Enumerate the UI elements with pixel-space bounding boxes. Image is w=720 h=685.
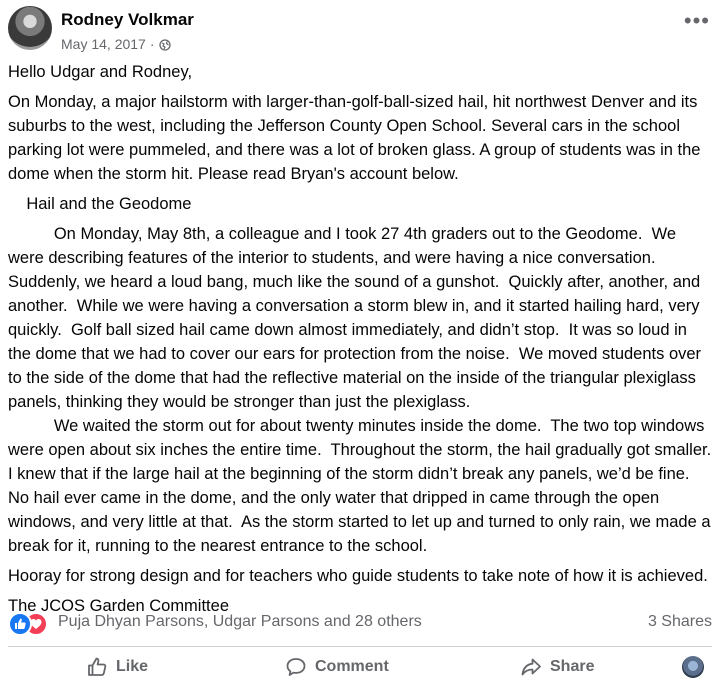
divider (8, 646, 712, 647)
reactors-text[interactable]: Puja Dhyan Parsons, Udgar Parsons and 28… (58, 613, 422, 631)
comment-icon (286, 658, 306, 676)
author-avatar[interactable] (8, 6, 52, 50)
share-button[interactable]: Share (520, 656, 594, 678)
facebook-post: Rodney Volkmar May 14, 2017 · ••• Hello … (0, 0, 720, 685)
action-bar: Like Comment Share (8, 648, 712, 684)
post-meta: May 14, 2017 · (61, 36, 171, 52)
post-body: Hello Udgar and Rodney, On Monday, a maj… (8, 60, 712, 624)
post-paragraph: On Monday, a major hailstorm with larger… (8, 93, 706, 183)
globe-icon[interactable] (158, 38, 171, 51)
viewer-avatar[interactable] (682, 656, 704, 678)
post-date[interactable]: May 14, 2017 (61, 36, 146, 52)
post-paragraph: We waited the storm out for about twenty… (8, 417, 720, 555)
author-name[interactable]: Rodney Volkmar (61, 10, 194, 30)
comment-label: Comment (315, 658, 389, 675)
thumbs-up-icon (88, 657, 107, 676)
reaction-icons[interactable] (8, 612, 52, 636)
share-icon (521, 658, 541, 676)
more-options-icon[interactable]: ••• (684, 10, 710, 32)
reaction-stats: Puja Dhyan Parsons, Udgar Parsons and 28… (8, 610, 712, 636)
shares-count[interactable]: 3 Shares (648, 613, 712, 631)
post-header: Rodney Volkmar May 14, 2017 · ••• (8, 6, 712, 52)
post-paragraph: Hooray for strong design and for teacher… (8, 567, 708, 585)
post-paragraph: On Monday, May 8th, a colleague and I to… (8, 225, 706, 411)
share-label: Share (550, 658, 595, 675)
post-paragraph: Hello Udgar and Rodney, (8, 63, 193, 81)
like-label: Like (116, 658, 149, 675)
meta-separator: · (149, 36, 155, 52)
comment-button[interactable]: Comment (285, 656, 389, 678)
post-paragraph: Hail and the Geodome (8, 195, 192, 213)
like-icon (8, 612, 32, 636)
like-button[interactable]: Like (86, 656, 148, 678)
